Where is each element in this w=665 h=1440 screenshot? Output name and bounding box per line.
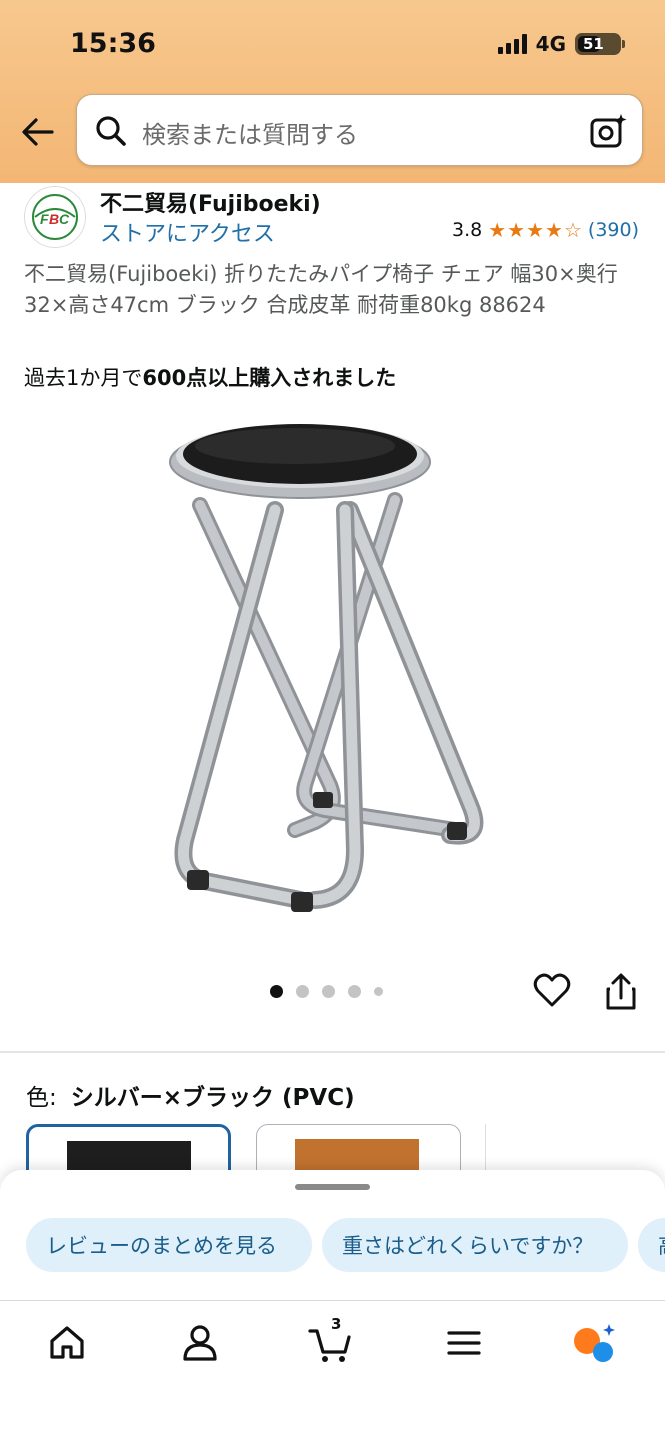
carousel-dots[interactable] [270, 985, 383, 998]
battery-icon: 51 [575, 33, 625, 55]
carousel-dot[interactable] [348, 985, 361, 998]
seller-logo[interactable]: F B C [24, 186, 86, 248]
search-placeholder: 検索または質問する [142, 121, 358, 149]
search-input[interactable]: 検索または質問する [76, 94, 643, 166]
selected-color: シルバー×ブラック (PVC) [70, 1085, 355, 1111]
purchase-emphasis: 600点以上購入されました [142, 366, 397, 390]
app-header: 15:36 4G 51 検索または質問する [0, 0, 665, 183]
status-indicators: 4G 51 [497, 32, 625, 56]
sheet-drag-handle[interactable] [295, 1184, 370, 1190]
carousel-dot[interactable] [374, 987, 383, 996]
rating-value: 3.8 [452, 219, 483, 241]
heart-icon[interactable] [533, 972, 571, 1010]
svg-text:F: F [40, 211, 49, 227]
star-full-icon: ★ [545, 218, 563, 242]
product-title: 不二貿易(Fujiboeki) 折りたたみパイプ椅子 チェア 幅30×奥行32×… [24, 262, 618, 317]
battery-level: 51 [583, 35, 604, 53]
network-type: 4G [535, 32, 566, 56]
svg-text:C: C [59, 211, 70, 227]
share-icon[interactable] [602, 972, 640, 1012]
seller-name: 不二貿易(Fujiboeki) [100, 192, 321, 217]
color-label: 色: [26, 1085, 57, 1111]
product-image[interactable] [155, 410, 515, 925]
star-full-icon: ★ [488, 218, 507, 242]
rufus-assistant-icon[interactable] [572, 1321, 616, 1365]
store-link[interactable]: ストアにアクセス [100, 216, 275, 248]
purchase-prefix: 過去1か月で [24, 366, 143, 390]
carousel-dot[interactable] [322, 985, 335, 998]
menu-icon[interactable] [442, 1321, 486, 1365]
star-full-icon: ★ [526, 218, 545, 242]
home-icon[interactable] [45, 1321, 89, 1365]
svg-text:B: B [49, 211, 59, 227]
cart-button[interactable]: 3 [308, 1315, 352, 1365]
user-icon[interactable] [178, 1321, 222, 1365]
status-time: 15:36 [70, 28, 156, 59]
suggestion-chip-weight[interactable]: 重さはどれくらいですか？ [322, 1218, 628, 1272]
camera-lens-icon[interactable] [588, 111, 628, 151]
swatch-divider [485, 1124, 486, 1172]
arrow-left-icon[interactable] [18, 112, 58, 152]
bottom-nav: 3 [0, 1300, 665, 1440]
cart-icon [308, 1329, 351, 1362]
star-empty-icon: ☆ [563, 218, 582, 242]
section-divider [0, 1051, 665, 1053]
carousel-dot[interactable] [296, 985, 309, 998]
carousel-dot[interactable] [270, 985, 283, 998]
rating-summary[interactable]: 3.8 ★ ★ ★ ★ ☆ (390) [452, 219, 639, 241]
search-icon [96, 116, 126, 146]
suggestion-chip-reviews[interactable]: レビューのまとめを見る [26, 1218, 312, 1272]
star-full-icon: ★ [507, 218, 526, 242]
suggestion-chip-height[interactable]: 高 [638, 1218, 665, 1272]
signal-icon [497, 34, 527, 54]
color-selector-label: 色: シルバー×ブラック (PVC) [26, 1078, 355, 1112]
purchase-count: 過去1か月で600点以上購入されました [24, 362, 396, 392]
cart-count: 3 [331, 1315, 342, 1333]
rating-stars: ★ ★ ★ ★ ☆ [488, 220, 582, 240]
fbc-logo-icon: F B C [32, 194, 78, 240]
rating-count[interactable]: (390) [588, 219, 639, 241]
suggestion-sheet: レビューのまとめを見る 重さはどれくらいですか？ 高 [0, 1170, 665, 1300]
